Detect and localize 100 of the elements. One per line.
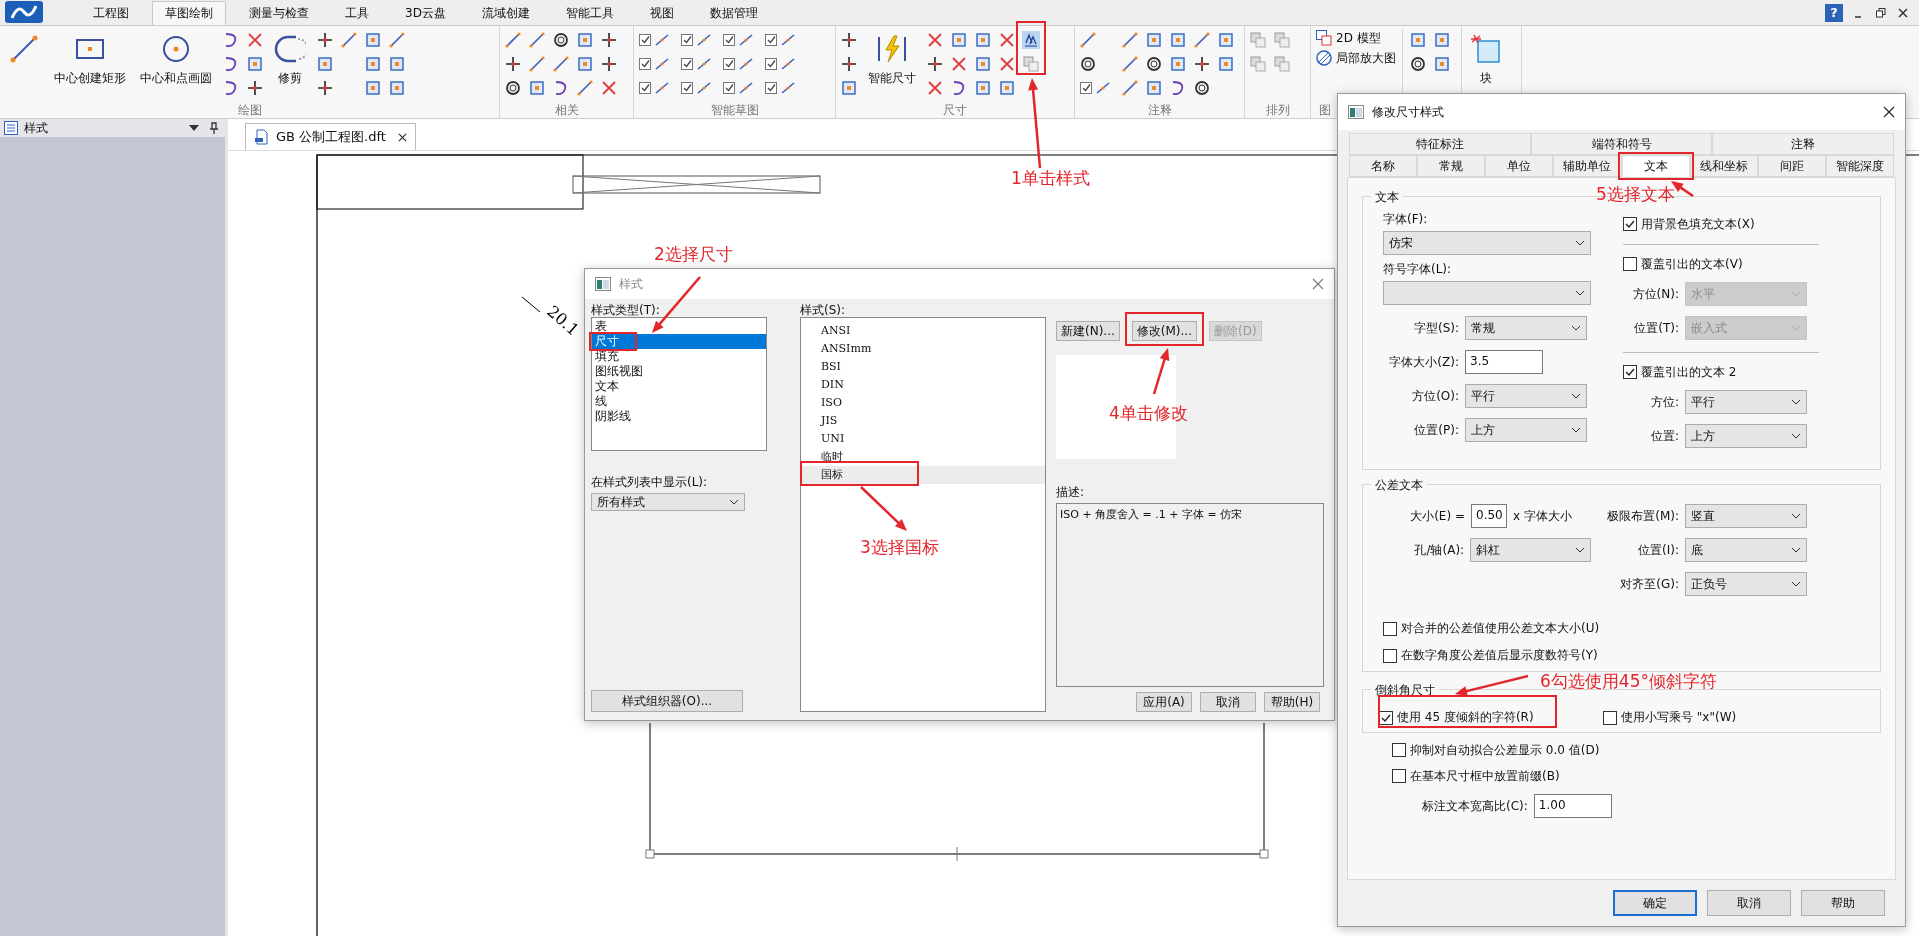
x-mark-icon[interactable] (246, 31, 264, 49)
square-icon[interactable] (974, 31, 992, 49)
list-item[interactable]: 文本 (592, 379, 766, 394)
dialog-tab[interactable]: 常规 (1417, 155, 1486, 177)
ribbon-tab[interactable]: 视图 (636, 1, 687, 25)
input-field[interactable]: 0.50 (1471, 504, 1507, 528)
help-button[interactable]: ? (1825, 3, 1843, 22)
square-icon[interactable] (1217, 55, 1235, 73)
list-item[interactable]: 国标 (801, 466, 1045, 484)
checkbox[interactable] (1623, 257, 1637, 271)
crosshair-icon[interactable] (246, 79, 264, 97)
ribbon-button[interactable]: 中心和点画圆 (136, 29, 216, 85)
list-item[interactable]: 线 (592, 394, 766, 409)
x-mark-icon[interactable] (998, 55, 1016, 73)
square-icon[interactable] (1169, 55, 1187, 73)
square-icon[interactable] (576, 55, 594, 73)
ribbon-button[interactable]: 局部放大图 (1315, 49, 1396, 67)
line-icon[interactable] (528, 55, 546, 73)
line-icon[interactable] (552, 55, 570, 73)
dialog-tab[interactable]: 间距 (1757, 155, 1826, 177)
circle-icon[interactable] (1079, 55, 1097, 73)
dropdown[interactable]: 所有样式 (591, 493, 745, 511)
dropdown[interactable]: 平行 (1685, 390, 1807, 414)
app-logo-icon[interactable] (4, 0, 44, 24)
list-item[interactable]: DIN (801, 376, 1045, 394)
input-field[interactable]: 3.5 (1465, 350, 1543, 374)
dialog-tab[interactable]: 辅助单位 (1553, 155, 1622, 177)
line-icon[interactable] (340, 31, 358, 49)
dialog-button[interactable]: 取消 (1707, 890, 1791, 916)
list-item[interactable]: BSI (801, 358, 1045, 376)
dropdown[interactable]: 仿宋 (1383, 231, 1591, 255)
input-field[interactable]: 1.00 (1533, 794, 1612, 818)
action-button[interactable]: 新建(N)... (1056, 321, 1120, 341)
crosshair-icon[interactable] (1193, 55, 1211, 73)
crosshair-icon[interactable] (600, 55, 618, 73)
list-item[interactable]: 表 (592, 319, 766, 334)
circle-icon[interactable] (1409, 55, 1427, 73)
list-item[interactable]: ANSI (801, 322, 1045, 340)
text-style-icon[interactable] (1022, 31, 1040, 49)
close-icon[interactable] (1883, 106, 1895, 118)
ribbon-button[interactable]: 中心创建矩形 (50, 29, 130, 85)
line-icon[interactable] (1193, 31, 1211, 49)
checkbox[interactable] (1383, 621, 1397, 636)
line-icon[interactable] (1121, 79, 1139, 97)
square-icon[interactable] (576, 31, 594, 49)
dialog-button[interactable]: 帮助(H) (1264, 692, 1320, 712)
dialog-tab[interactable]: 线和坐标 (1689, 155, 1758, 177)
dialog-tab[interactable]: 文本 (1621, 155, 1690, 177)
square-icon[interactable] (840, 79, 858, 97)
ribbon-tab[interactable]: 工程图 (80, 1, 142, 25)
dialog-button[interactable]: 帮助 (1801, 890, 1885, 916)
circle-icon[interactable] (504, 79, 522, 97)
square-icon[interactable] (364, 31, 382, 49)
square-icon[interactable] (950, 31, 968, 49)
square-icon[interactable] (364, 55, 382, 73)
list-item[interactable]: ANSImm (801, 340, 1045, 358)
x-mark-icon[interactable] (600, 79, 618, 97)
dialog-tab[interactable]: 名称 (1349, 155, 1418, 177)
square-icon[interactable] (1433, 31, 1451, 49)
list-item[interactable]: 阴影线 (592, 409, 766, 424)
ribbon-button[interactable]: 智能尺寸 (864, 29, 920, 85)
dialog-tab[interactable]: 注释 (1712, 133, 1894, 155)
checkbox[interactable] (1383, 648, 1397, 663)
x-mark-icon[interactable] (950, 55, 968, 73)
dropdown[interactable]: 竖直 (1685, 504, 1807, 528)
dropdown[interactable]: 上方 (1685, 424, 1807, 448)
ribbon-button[interactable]: 修剪 (270, 29, 310, 85)
line-icon[interactable] (1079, 31, 1097, 49)
square-icon[interactable] (1169, 31, 1187, 49)
circle-icon[interactable] (1145, 55, 1163, 73)
dialog-button[interactable]: 应用(A) (1136, 692, 1192, 712)
list-item[interactable]: UNI (801, 430, 1045, 448)
square-icon[interactable] (1433, 55, 1451, 73)
ribbon-tab[interactable]: 工具 (332, 1, 382, 25)
dialog-tab[interactable]: 特征标注 (1349, 133, 1531, 155)
list-item[interactable]: 尺寸 (592, 334, 766, 349)
ribbon-button[interactable]: 块 (1466, 29, 1506, 85)
close-icon[interactable] (1897, 6, 1909, 19)
checkbox[interactable] (1392, 769, 1406, 783)
document-tab[interactable]: GB 公制工程图.dft (245, 123, 416, 150)
dropdown[interactable]: 正负号 (1685, 572, 1807, 596)
crosshair-icon[interactable] (316, 31, 334, 49)
crosshair-icon[interactable] (504, 55, 522, 73)
list-item[interactable]: 临时 (801, 448, 1045, 466)
ribbon-tab[interactable]: 流域创建 (468, 1, 543, 25)
restore-icon[interactable] (1875, 6, 1887, 19)
crosshair-icon[interactable] (840, 31, 858, 49)
square-icon[interactable] (246, 55, 264, 73)
square-icon[interactable] (316, 55, 334, 73)
list-item[interactable]: JIS (801, 412, 1045, 430)
organizer-button[interactable]: 样式组织器(O)... (591, 690, 743, 712)
ribbon-tab[interactable]: 草图绘制 (152, 1, 226, 25)
circle-icon[interactable] (552, 31, 570, 49)
checkbox[interactable] (1623, 365, 1637, 379)
square-icon[interactable] (388, 79, 406, 97)
line-icon[interactable] (576, 79, 594, 97)
list-item[interactable]: 填充 (592, 349, 766, 364)
list-item[interactable]: ISO (801, 394, 1045, 412)
ribbon-tab[interactable]: 智能工具 (552, 1, 627, 25)
line-icon[interactable] (504, 31, 522, 49)
